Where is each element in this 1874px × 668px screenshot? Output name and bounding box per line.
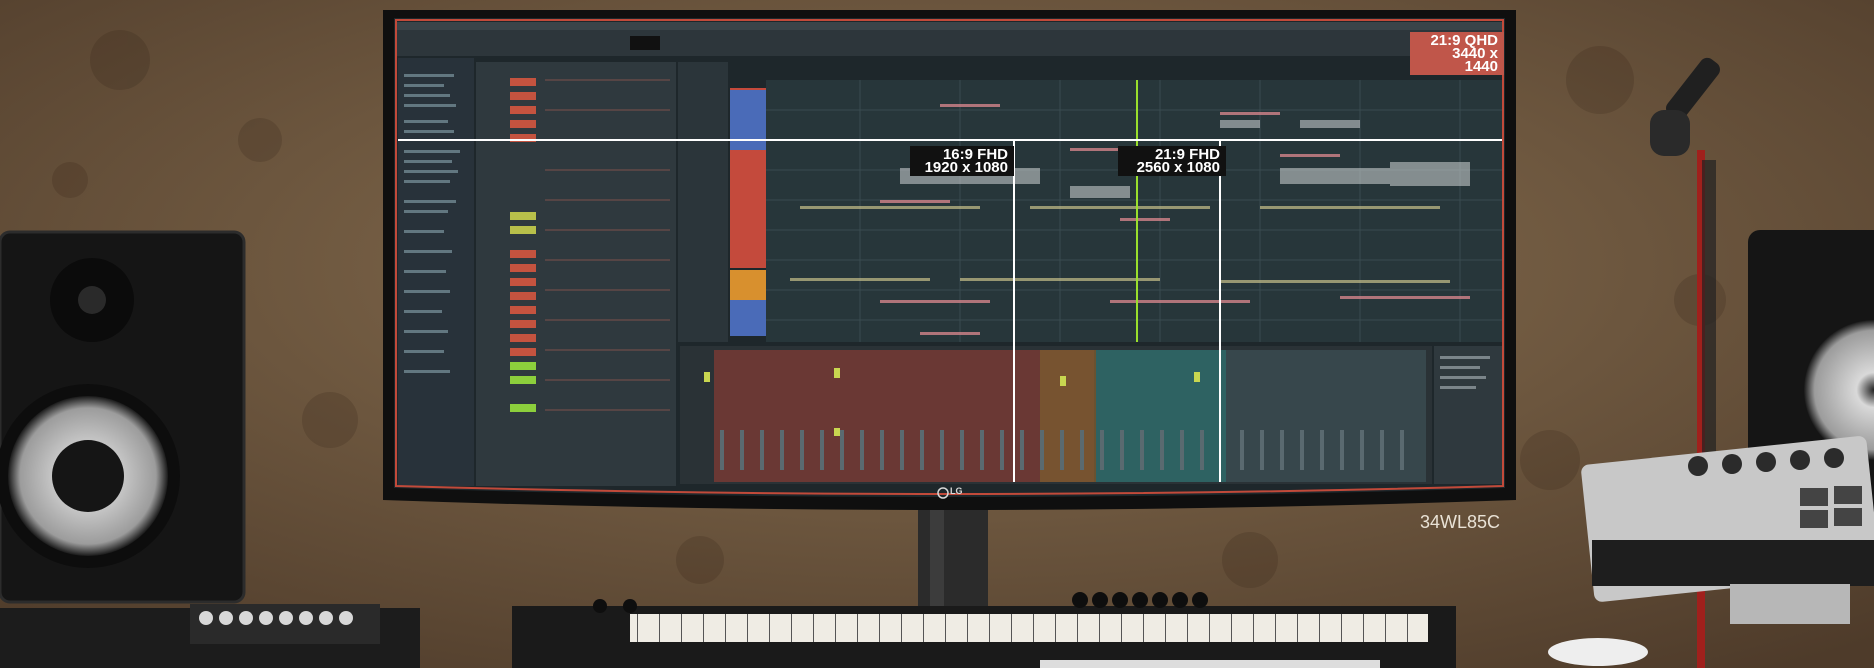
fhd-219-resolution-label: 21:9 FHD 2560 x 1080 xyxy=(1118,146,1226,176)
model-number-label: 34WL85C xyxy=(1420,512,1501,532)
fhd219-label-line2: 2560 x 1080 xyxy=(1136,159,1220,176)
monitor-screen xyxy=(394,18,1505,497)
fhd-169-resolution-label: 16:9 FHD 1920 x 1080 xyxy=(910,146,1014,176)
lg-brand-text: LG xyxy=(950,486,963,496)
studio-scene xyxy=(0,0,1874,668)
fhd169-label-line2: 1920 x 1080 xyxy=(924,159,1008,176)
computer-mouse xyxy=(1548,638,1648,666)
left-studio-monitor-speaker xyxy=(0,230,246,604)
qhd-label-line2: 3440 x 1440 xyxy=(1452,45,1498,75)
monitor-stand xyxy=(918,500,988,610)
qhd-resolution-label: 21:9 QHD 3440 x 1440 xyxy=(1410,32,1504,75)
left-mixer-device xyxy=(0,604,420,668)
